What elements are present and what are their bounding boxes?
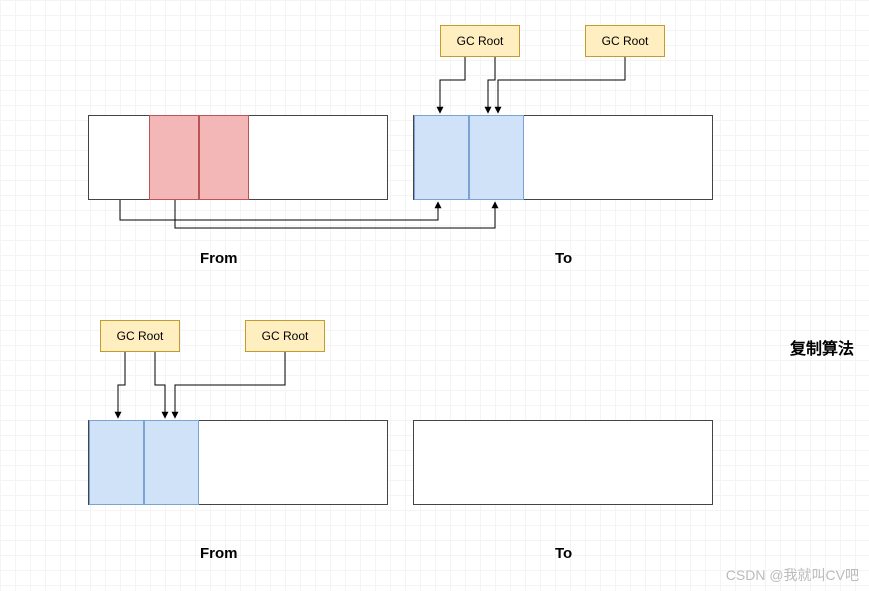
to-memory-box [413, 115, 713, 200]
root-arrow [175, 352, 285, 418]
root-arrow [488, 57, 495, 113]
root-arrow [155, 352, 165, 418]
from-label: From [200, 250, 238, 267]
to-label: To [555, 545, 572, 562]
copy-arrow [175, 200, 495, 228]
dead-segment [199, 115, 249, 200]
root-arrow [498, 57, 625, 113]
gc-root-box: GC Root [585, 25, 665, 57]
live-segment [469, 115, 524, 200]
from-label: From [200, 545, 238, 562]
live-segment [414, 115, 469, 200]
algorithm-title: 复制算法 [790, 335, 854, 359]
live-segment [89, 420, 144, 505]
to-memory-box [413, 420, 713, 505]
gc-root-label: GC Root [117, 329, 164, 343]
live-segment [144, 420, 199, 505]
root-arrow [440, 57, 465, 113]
from-memory-box [88, 115, 388, 200]
to-label: To [555, 250, 572, 267]
watermark-text: CSDN @我就叫CV吧 [726, 565, 859, 585]
gc-root-label: GC Root [262, 329, 309, 343]
root-arrow [118, 352, 125, 418]
from-memory-box [88, 420, 388, 505]
gc-root-box: GC Root [100, 320, 180, 352]
gc-root-label: GC Root [602, 34, 649, 48]
gc-root-box: GC Root [440, 25, 520, 57]
copy-arrow [120, 200, 438, 220]
dead-segment [149, 115, 199, 200]
gc-root-box: GC Root [245, 320, 325, 352]
gc-root-label: GC Root [457, 34, 504, 48]
